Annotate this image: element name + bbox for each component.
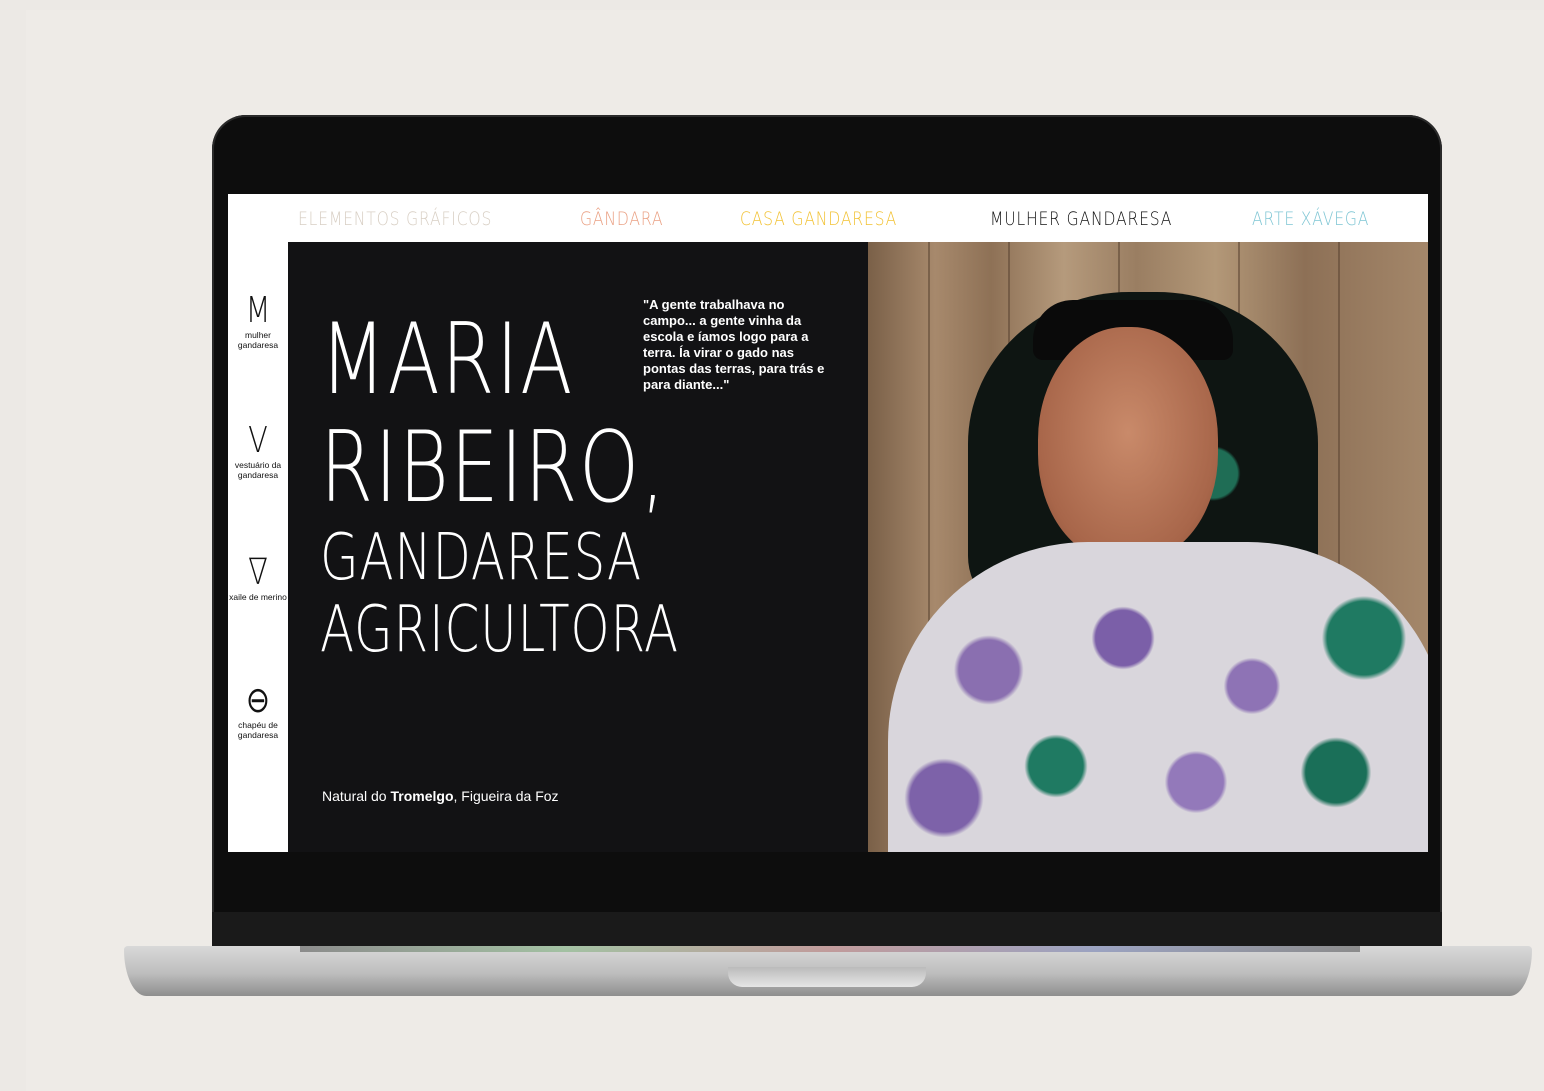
nav-gandara[interactable]: GÂNDARA	[580, 208, 663, 230]
headline-origin: GANDARESA	[320, 521, 642, 595]
side-item-label: chapéu de gandaresa	[237, 720, 279, 740]
letter-m-icon: M	[245, 290, 271, 331]
top-navigation: ELEMENTOS GRÁFICOS GÂNDARA CASA GANDARES…	[228, 194, 1428, 242]
hat-icon: ⊖	[245, 680, 271, 721]
origin-suffix: , Figueira da Foz	[453, 788, 559, 804]
nav-elementos-graficos[interactable]: ELEMENTOS GRÁFICOS	[298, 208, 492, 230]
side-item-vestuario[interactable]: V vestuário da gandaresa	[228, 420, 288, 481]
nav-casa-gandaresa[interactable]: CASA GANDARESA	[740, 208, 897, 230]
side-item-label: vestuário da gandaresa	[234, 460, 282, 480]
side-item-chapeu[interactable]: ⊖ chapéu de gandaresa	[228, 680, 288, 741]
blouse-shape	[888, 542, 1428, 852]
headline-surname: RIBEIRO,	[320, 411, 667, 525]
portrait-photo	[868, 242, 1428, 852]
face-shape	[1038, 327, 1218, 562]
headline-first-name: MARIA	[320, 303, 574, 417]
laptop-notch	[728, 967, 926, 987]
keyboard-edge	[300, 946, 1360, 952]
origin-place: Tromelgo	[390, 788, 454, 804]
side-item-label: xaile de merino	[229, 592, 287, 602]
side-item-mulher-gandaresa[interactable]: M mulher gandaresa	[228, 290, 288, 351]
side-navigation: M mulher gandaresa V vestuário da gandar…	[228, 242, 288, 852]
laptop-screen: ELEMENTOS GRÁFICOS GÂNDARA CASA GANDARES…	[228, 194, 1428, 852]
side-item-label: mulher gandaresa	[237, 330, 279, 350]
side-item-xaile[interactable]: ∇ xaile de merino	[228, 552, 288, 603]
origin-prefix: Natural do	[322, 788, 391, 804]
shawl-triangle-icon: ∇	[248, 552, 268, 593]
headline-occupation: AGRICULTORA	[320, 593, 679, 667]
laptop-bezel-chin	[212, 912, 1442, 949]
hero-quote: "A gente trabalhava no campo... a gente …	[643, 297, 825, 392]
nav-arte-xavega[interactable]: ARTE XÁVEGA	[1252, 208, 1369, 230]
origin-text: Natural do Tromelgo, Figueira da Foz	[322, 788, 559, 804]
nav-mulher-gandaresa[interactable]: MULHER GANDARESA	[990, 208, 1172, 230]
letter-v-icon: V	[248, 420, 268, 461]
